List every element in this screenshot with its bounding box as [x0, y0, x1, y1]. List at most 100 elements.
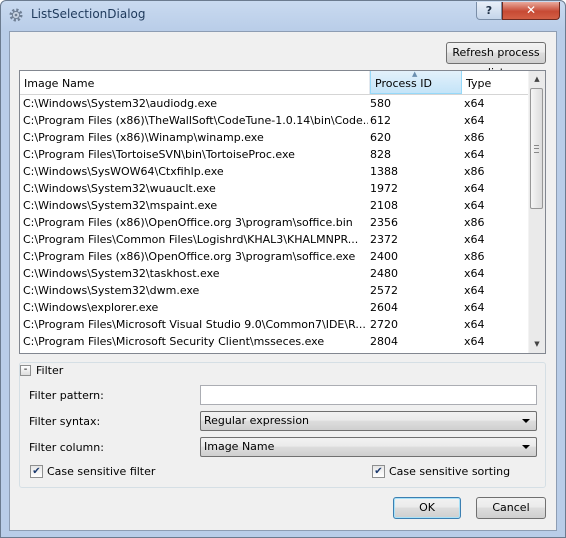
- cell-type: x86: [464, 216, 485, 229]
- table-row[interactable]: C:\Windows\SysWOW64\Ctxfihlp.exe 1388 x86: [20, 163, 530, 180]
- cell-process-id: 2812: [370, 350, 458, 353]
- sort-ascending-icon: ▲: [412, 70, 418, 78]
- cell-type: x64: [464, 233, 485, 246]
- cell-process-id: 2372: [370, 233, 398, 246]
- column-header-process-id[interactable]: ▲ Process ID: [370, 71, 462, 94]
- column-header-process-id-label: Process ID: [375, 77, 432, 90]
- cell-type: x64: [464, 284, 485, 297]
- chevron-down-icon: [522, 445, 530, 449]
- table-row[interactable]: C:\Program Files (x86)\Winamp\winamp.exe…: [20, 129, 530, 146]
- cell-process-id: 2108: [370, 199, 398, 212]
- table-row[interactable]: C:\Program Files\Microsoft Visual Studio…: [20, 316, 530, 333]
- cell-image-name: C:\Program Files\Microsoft Security Clie…: [23, 335, 325, 348]
- cell-process-id: 1972: [370, 182, 398, 195]
- cell-type: x64: [464, 148, 485, 161]
- close-button[interactable]: ✕: [502, 2, 560, 20]
- filter-collapse-button[interactable]: -: [20, 365, 31, 376]
- cell-image-name: C:\Windows\System32\dwm.exe: [23, 284, 200, 297]
- table-row[interactable]: C:\Windows\System32\mspaint.exe 2108 x64: [20, 197, 530, 214]
- app-gear-icon: [9, 8, 23, 22]
- cell-type: x64: [464, 350, 524, 353]
- case-sensitive-sorting-checkbox[interactable]: ✔: [372, 465, 385, 478]
- filter-pattern-label: Filter pattern:: [29, 389, 104, 402]
- filter-syntax-value: Regular expression: [204, 414, 310, 427]
- cell-process-id: 612: [370, 114, 391, 127]
- filter-pattern-input[interactable]: [200, 385, 537, 405]
- cell-type: x64: [464, 267, 485, 280]
- title-bar[interactable]: ListSelectionDialog ? ✕: [1, 1, 566, 30]
- cell-image-name: C:\Program Files\TortoiseSVN\bin\Tortois…: [23, 148, 295, 161]
- table-row[interactable]: C:\Program Files\Microsoft Security Clie…: [20, 333, 530, 350]
- cell-process-id: 2720: [370, 318, 398, 331]
- cell-process-id: 2480: [370, 267, 398, 280]
- cell-image-name: C:\Windows\System32\taskhost.exe: [23, 267, 220, 280]
- filter-column-label: Filter column:: [29, 441, 104, 454]
- cell-process-id: 620: [370, 131, 391, 144]
- table-row[interactable]: C:\Program Files\Common Files\Logishrd\K…: [20, 231, 530, 248]
- cell-image-name: C:\Windows\System32\mspaint.exe: [23, 199, 218, 212]
- cell-image-name: C:\Windows\System32\wuauclt.exe: [23, 182, 216, 195]
- filter-syntax-select[interactable]: Regular expression: [200, 411, 537, 431]
- filter-group-header: - Filter: [20, 364, 63, 378]
- cell-image-name: C:\Windows\System32\audiodg.exe: [23, 97, 218, 110]
- filter-column-value: Image Name: [204, 440, 275, 453]
- table-row[interactable]: C:\Windows\System32\taskhost.exe 2480 x64: [20, 265, 530, 282]
- cell-process-id: 2356: [370, 216, 398, 229]
- cell-image-name: C:\Program Files (x86)\Winamp\winamp.exe: [23, 131, 264, 144]
- cell-process-id: 1388: [370, 165, 398, 178]
- filter-syntax-label: Filter syntax:: [29, 415, 101, 428]
- table-row[interactable]: C:\Windows\System32\dwm.exe 2572 x64: [20, 282, 530, 299]
- cell-image-name: C:\Program Files\Common Files\Logishrd\K…: [23, 233, 359, 246]
- column-header-image-name[interactable]: Image Name: [20, 71, 370, 94]
- cell-image-name: C:\Program Files\Hewlett\SetPoint\SetPoi…: [23, 350, 368, 353]
- case-sensitive-filter-checkbox[interactable]: ✔: [30, 465, 43, 478]
- filter-group-title: Filter: [36, 364, 64, 377]
- window-title: ListSelectionDialog: [31, 7, 146, 21]
- table-row[interactable]: C:\Program Files (x86)\OpenOffice.org 3\…: [20, 248, 530, 265]
- scrollbar-thumb[interactable]: [530, 88, 543, 209]
- case-sensitive-filter-label[interactable]: Case sensitive filter: [47, 465, 155, 478]
- table-row[interactable]: C:\Program Files (x86)\TheWallSoft\CodeT…: [20, 112, 530, 129]
- process-table[interactable]: Image Name ▲ Process ID Type C:\Windows\…: [19, 70, 546, 354]
- table-vertical-scrollbar[interactable]: ▲ ▼: [528, 71, 545, 353]
- grip-icon: [534, 145, 539, 153]
- cell-image-name: C:\Program Files (x86)\OpenOffice.org 3\…: [23, 250, 356, 263]
- cell-image-name: C:\Program Files (x86)\TheWallSoft\CodeT…: [23, 114, 368, 127]
- cell-image-name: C:\Windows\explorer.exe: [23, 301, 159, 314]
- cell-image-name: C:\Program Files\Microsoft Visual Studio…: [23, 318, 366, 331]
- scroll-up-arrow-icon[interactable]: ▲: [529, 71, 545, 88]
- table-rows: C:\Windows\System32\audiodg.exe 580 x64 C:\…: [20, 95, 530, 353]
- cell-process-id: 580: [370, 97, 391, 110]
- column-header-type[interactable]: Type: [462, 71, 530, 94]
- cell-type: x64: [464, 199, 485, 212]
- cell-type: x86: [464, 165, 485, 178]
- scroll-down-arrow-icon[interactable]: ▼: [529, 336, 545, 353]
- chevron-down-icon: [522, 419, 530, 423]
- cell-image-name: C:\Program Files (x86)\OpenOffice.org 3\…: [23, 216, 353, 229]
- cell-image-name: C:\Windows\SysWOW64\Ctxfihlp.exe: [23, 165, 224, 178]
- cell-type: x64: [464, 335, 485, 348]
- filter-column-select[interactable]: Image Name: [200, 437, 537, 457]
- table-row[interactable]: C:\Windows\System32\wuauclt.exe 1972 x64: [20, 180, 530, 197]
- cell-process-id: 2604: [370, 301, 398, 314]
- cell-type: x86: [464, 250, 485, 263]
- cell-type: x86: [464, 131, 485, 144]
- table-row[interactable]: C:\Program Files\TortoiseSVN\bin\Tortois…: [20, 146, 530, 163]
- cell-type: x64: [464, 114, 485, 127]
- help-button[interactable]: ?: [476, 2, 502, 20]
- refresh-process-list-button[interactable]: Refresh process list: [446, 42, 546, 79]
- cell-type: x64: [464, 301, 485, 314]
- cancel-button[interactable]: Cancel: [476, 497, 546, 519]
- cell-process-id: 828: [370, 148, 391, 161]
- table-row[interactable]: C:\Program Files (x86)\OpenOffice.org 3\…: [20, 214, 530, 231]
- table-row[interactable]: C:\Program Files\Hewlett\SetPoint\SetPoi…: [20, 350, 530, 353]
- close-icon: ✕: [525, 3, 537, 17]
- case-sensitive-sorting-label[interactable]: Case sensitive sorting: [389, 465, 510, 478]
- ok-button[interactable]: OK: [393, 497, 461, 519]
- table-row[interactable]: C:\Windows\explorer.exe 2604 x64: [20, 299, 530, 316]
- cell-type: x64: [464, 318, 485, 331]
- cell-process-id: 2400: [370, 250, 398, 263]
- table-header: Image Name ▲ Process ID Type: [20, 71, 530, 95]
- table-row[interactable]: C:\Windows\System32\audiodg.exe 580 x64: [20, 95, 530, 112]
- cell-type: x64: [464, 97, 485, 110]
